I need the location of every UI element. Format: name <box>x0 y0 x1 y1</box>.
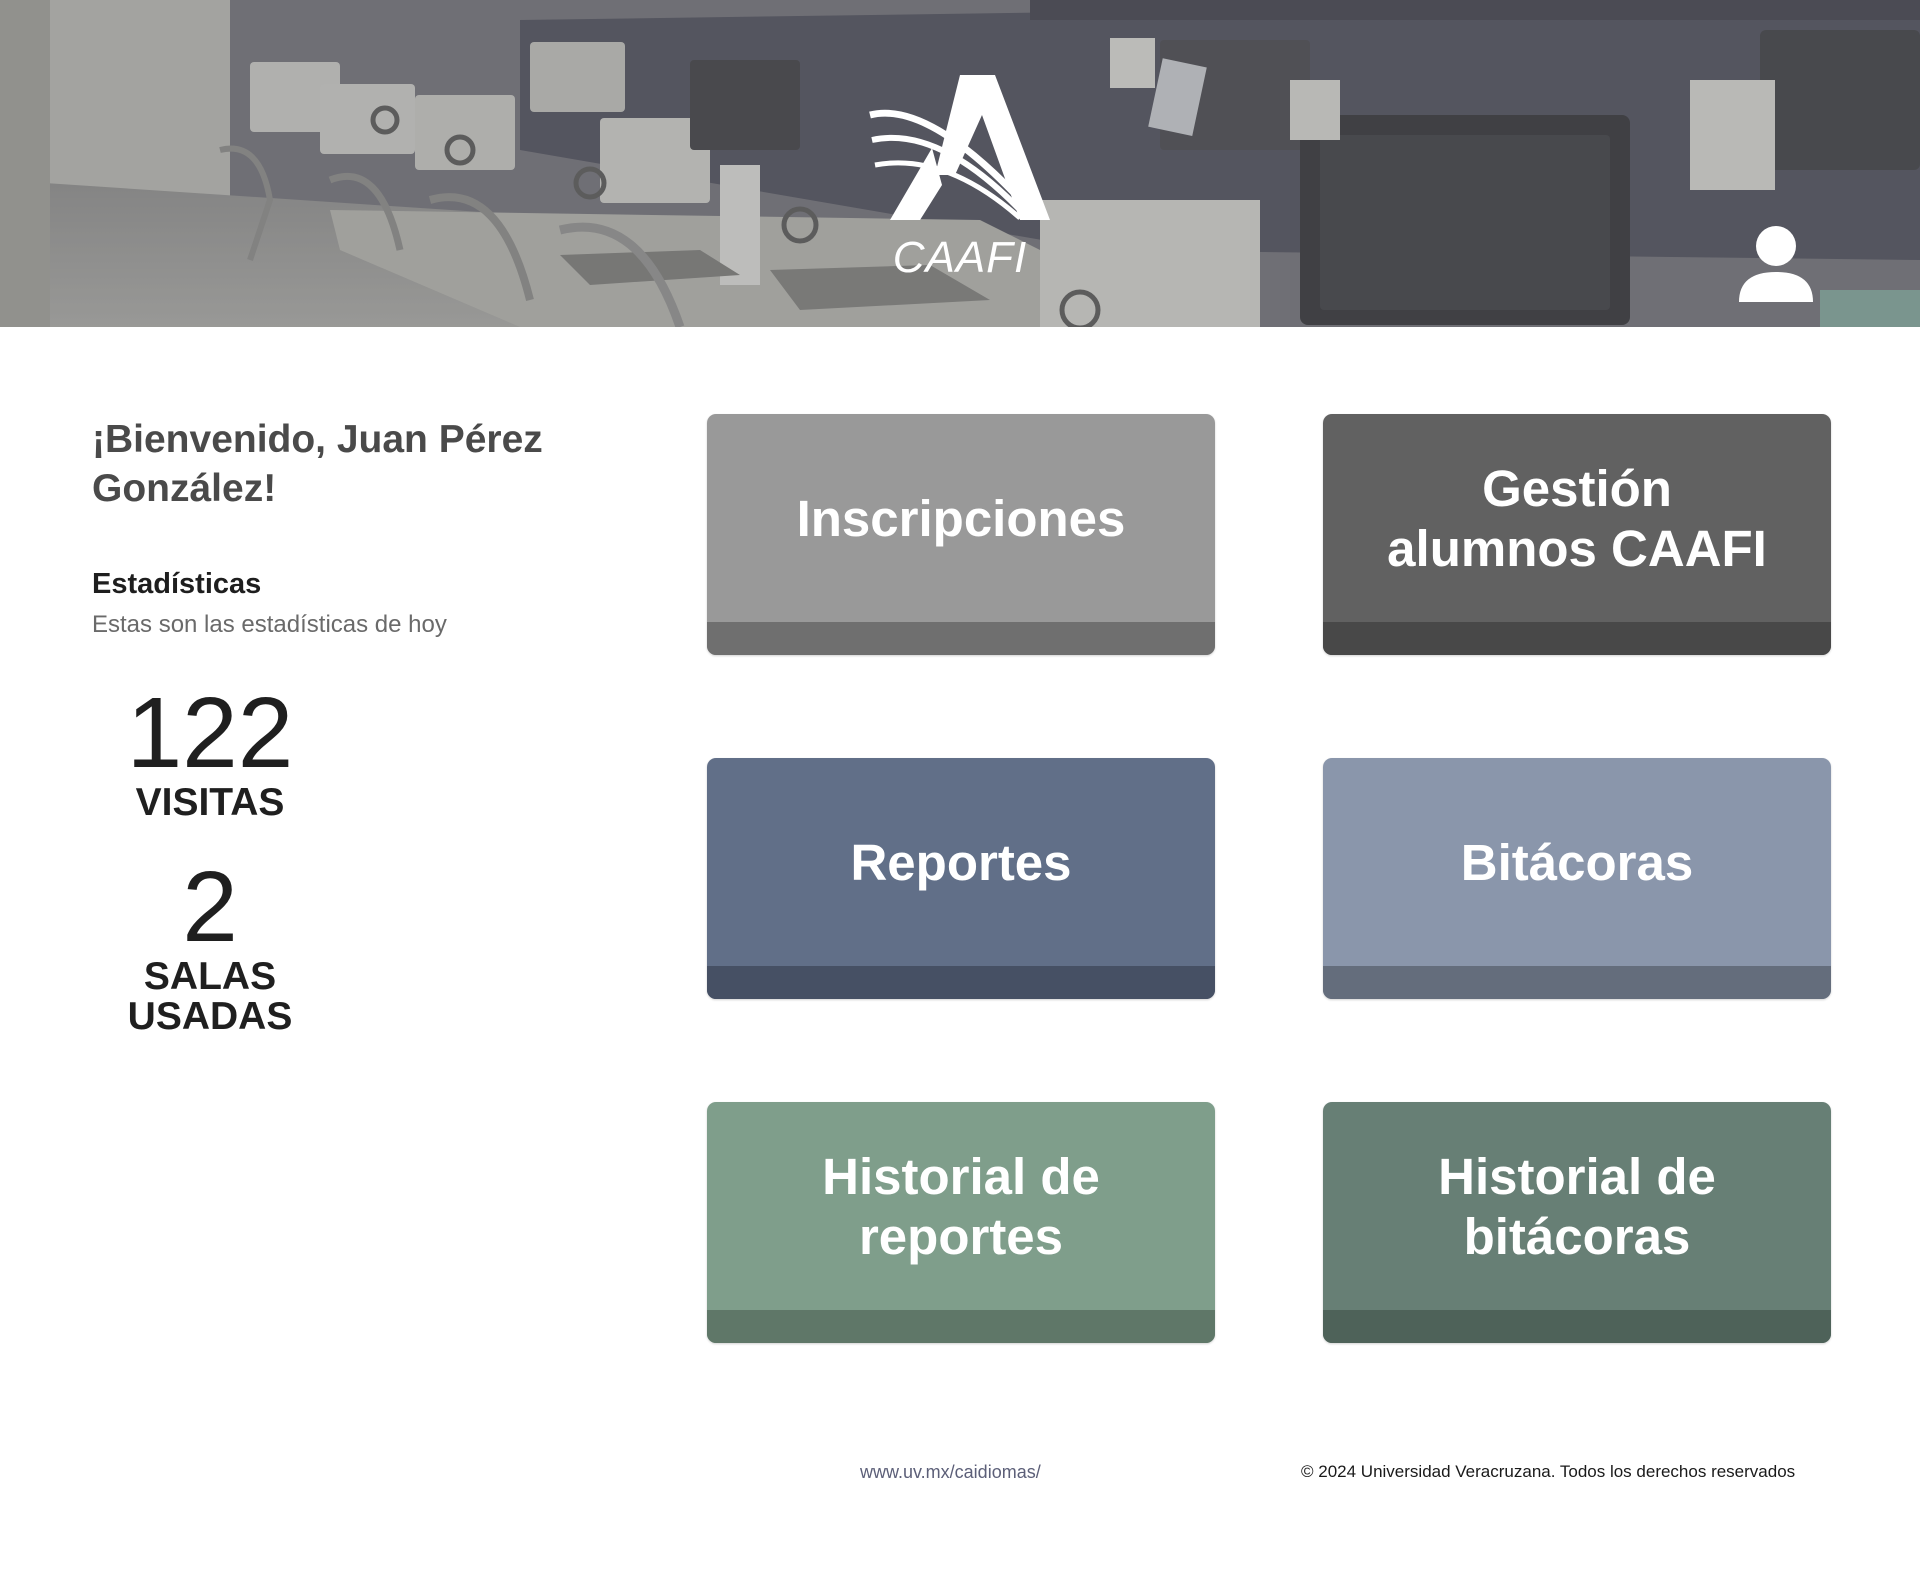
tile-label: Inscripciones <box>796 489 1126 547</box>
tile-label: Reportes <box>850 833 1072 891</box>
tile-base <box>707 1310 1215 1343</box>
header-banner: CAAFI <box>0 0 1920 327</box>
tile-label: Bitácoras <box>1460 833 1694 891</box>
rooms-label-line2: USADAS <box>127 995 293 1038</box>
tile-base <box>707 966 1215 999</box>
tile-historial-reportes[interactable]: Historial de reportes <box>707 1102 1215 1343</box>
footer-copyright: © 2024 Universidad Veracruzana. Todos lo… <box>1301 1462 1796 1481</box>
welcome-message: ¡Bienvenido, Juan Pérez González! <box>92 418 543 510</box>
caafi-logo: CAAFI <box>869 75 1050 280</box>
tile-historial-bitacoras[interactable]: Historial de bitácoras <box>1323 1102 1831 1343</box>
tile-base <box>1323 966 1831 999</box>
stats-title: Estadísticas <box>92 568 262 600</box>
rooms-count: 2 <box>182 851 238 963</box>
tile-label: Historial de reportes <box>822 1147 1100 1265</box>
visits-count: 122 <box>126 677 294 789</box>
tile-gestion-alumnos[interactable]: Gestión alumnos CAAFI <box>1323 414 1831 655</box>
tile-bitacoras[interactable]: Bitácoras <box>1323 758 1831 999</box>
tile-base <box>1323 622 1831 655</box>
visits-stat: 122 VISITAS <box>100 683 320 823</box>
tile-base <box>707 622 1215 655</box>
footer-website-link[interactable]: www.uv.mx/caidiomas/ <box>860 1462 1041 1483</box>
visits-label: VISITAS <box>135 781 285 824</box>
tile-base <box>1323 1310 1831 1343</box>
tile-label: Gestión alumnos CAAFI <box>1387 459 1767 577</box>
tile-reportes[interactable]: Reportes <box>707 758 1215 999</box>
user-icon[interactable] <box>1735 222 1817 304</box>
tile-inscripciones[interactable]: Inscripciones <box>707 414 1215 655</box>
rooms-label-line1: SALAS <box>143 955 277 998</box>
tile-label: Historial de bitácoras <box>1438 1147 1716 1265</box>
logo-text: CAAFI <box>893 233 1028 280</box>
stats-subtitle: Estas son las estadísticas de hoy <box>92 611 447 638</box>
rooms-stat: 2 SALAS USADAS <box>100 857 320 1037</box>
